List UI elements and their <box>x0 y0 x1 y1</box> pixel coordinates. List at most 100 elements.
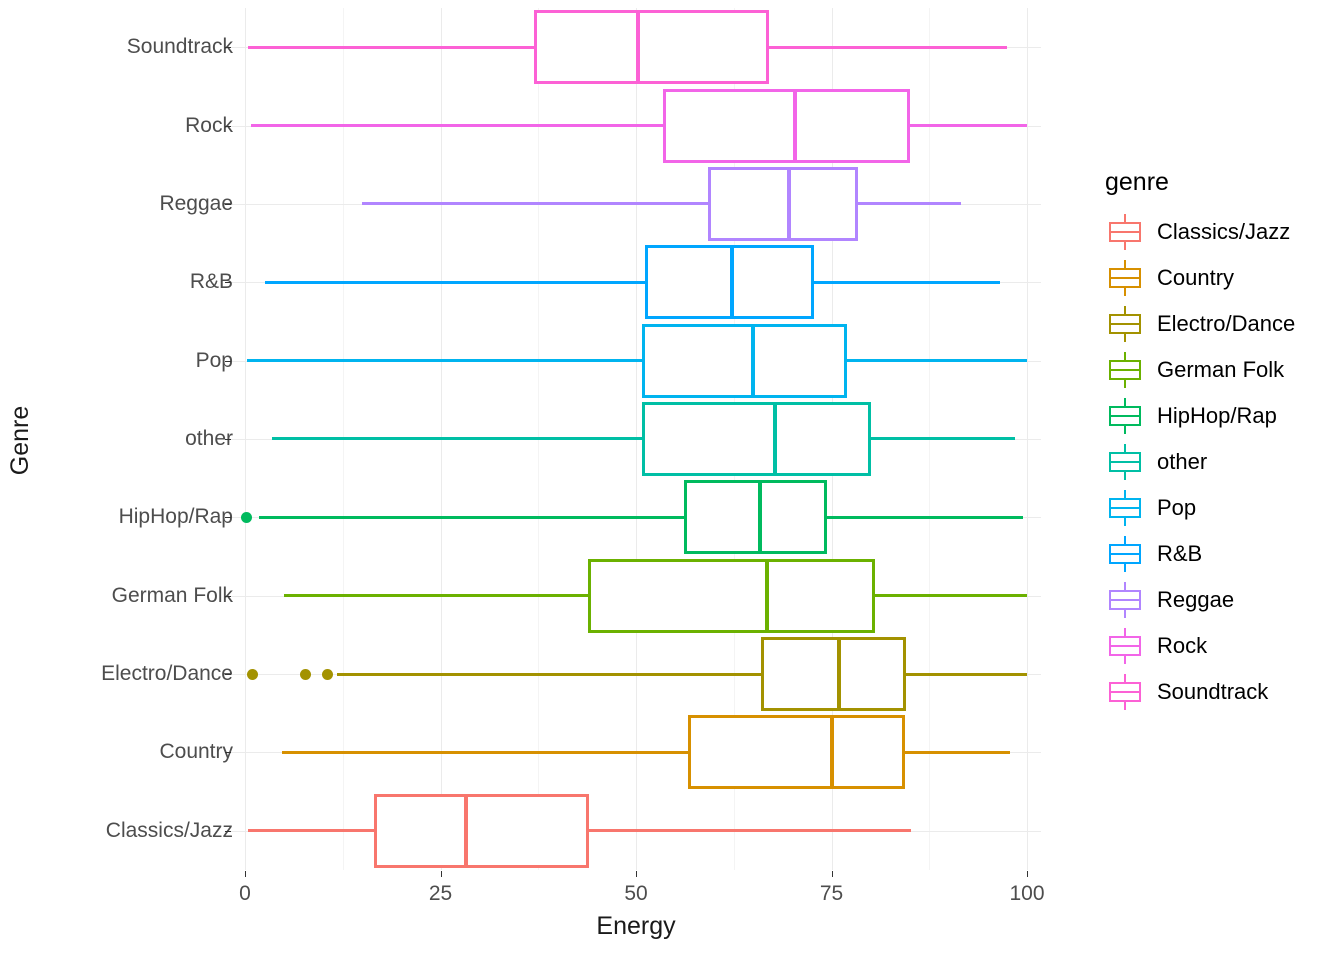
legend-item-label: Pop <box>1157 495 1197 520</box>
boxplot-pop[interactable] <box>231 321 1041 399</box>
y-tick-mark <box>225 47 231 49</box>
legend-item-label: Classics/Jazz <box>1157 219 1291 244</box>
legend-item-classics-jazz[interactable]: Classics/Jazz <box>1103 209 1343 255</box>
y-tick-label: Country <box>159 740 233 764</box>
box-iqr <box>707 166 859 241</box>
whisker-low <box>264 280 646 284</box>
whisker-high <box>905 672 1027 676</box>
legend-boxplot-key-icon <box>1103 210 1147 254</box>
y-tick-label: Reggae <box>159 191 233 215</box>
legend-item-electro-dance[interactable]: Electro/Dance <box>1103 301 1343 347</box>
box-iqr <box>534 10 769 85</box>
legend-boxplot-key-icon <box>1103 302 1147 346</box>
whisker-low <box>272 437 643 441</box>
plot-panel <box>231 8 1041 870</box>
x-tick-mark <box>831 871 833 877</box>
y-tick-mark <box>225 203 231 205</box>
whisker-low <box>251 124 664 128</box>
median-line <box>830 715 835 790</box>
y-tick-mark <box>225 830 231 832</box>
y-tick-mark <box>225 360 231 362</box>
boxplot-hiphop-rap[interactable] <box>231 478 1041 556</box>
legend-boxplot-key-icon <box>1103 256 1147 300</box>
whisker-high <box>814 280 1000 284</box>
legend-boxplot-key-icon <box>1103 532 1147 576</box>
whisker-low <box>284 594 589 598</box>
x-tick-label: 25 <box>428 882 453 905</box>
whisker-high <box>847 359 1027 363</box>
whisker-low <box>259 515 685 519</box>
boxplot-rock[interactable] <box>231 86 1041 164</box>
legend-boxplot-key-icon <box>1103 394 1147 438</box>
legend-item-german-folk[interactable]: German Folk <box>1103 347 1343 393</box>
box-iqr <box>642 401 872 476</box>
legend-items: Classics/Jazz Country Electro/Dance German … <box>1103 209 1343 715</box>
box-iqr <box>687 715 905 790</box>
box-iqr <box>761 637 906 712</box>
median-line <box>787 166 792 241</box>
legend-item-label: Rock <box>1157 633 1208 658</box>
whisker-high <box>826 515 1024 519</box>
boxplot-electro-dance[interactable] <box>231 635 1041 713</box>
y-tick-mark <box>225 282 231 284</box>
outlier-point[interactable] <box>247 668 259 680</box>
boxplot-country[interactable] <box>231 713 1041 791</box>
median-line <box>758 480 763 555</box>
boxplot-reggae[interactable] <box>231 165 1041 243</box>
whisker-high <box>871 437 1016 441</box>
legend-item-hiphop-rap[interactable]: HipHop/Rap <box>1103 393 1343 439</box>
whisker-low <box>246 359 643 363</box>
y-tick-mark <box>225 674 231 676</box>
boxplot-chart: Genre Soundtrack Rock Reggae R&B Pop other Hip… <box>0 0 1344 960</box>
x-axis-title-text: Energy <box>596 912 676 940</box>
median-line <box>751 323 756 398</box>
box-iqr <box>684 480 827 555</box>
whisker-low <box>281 750 688 754</box>
y-tick-mark <box>225 752 231 754</box>
legend-title: genre <box>1105 168 1169 196</box>
x-tick-label: 100 <box>1009 882 1045 905</box>
y-tick-mark <box>225 517 231 519</box>
legend-item-country[interactable]: Country <box>1103 255 1343 301</box>
box-iqr <box>588 558 876 633</box>
median-line <box>792 88 797 163</box>
whisker-low <box>337 672 762 676</box>
y-axis-title: Genre <box>4 0 38 880</box>
legend-item-label: other <box>1157 449 1208 474</box>
outlier-point[interactable] <box>300 668 312 680</box>
legend-item-label: German Folk <box>1157 357 1285 382</box>
y-tick-mark <box>225 595 231 597</box>
legend-item-soundtrack[interactable]: Soundtrack <box>1103 669 1343 715</box>
legend-item-reggae[interactable]: Reggae <box>1103 577 1343 623</box>
legend-item-label: HipHop/Rap <box>1157 403 1277 428</box>
outlier-point[interactable] <box>321 668 333 680</box>
legend-item-label: Electro/Dance <box>1157 311 1296 336</box>
boxplot-other[interactable] <box>231 400 1041 478</box>
boxplot-soundtrack[interactable] <box>231 8 1041 86</box>
boxplot-r-b[interactable] <box>231 243 1041 321</box>
y-tick-mark <box>225 439 231 440</box>
whisker-high <box>909 124 1027 128</box>
boxplot-german-folk[interactable] <box>231 557 1041 635</box>
legend-boxplot-key-icon <box>1103 578 1147 622</box>
outlier-point[interactable] <box>241 511 253 523</box>
x-tick-label: 50 <box>624 882 648 905</box>
legend-item-r-b[interactable]: R&B <box>1103 531 1343 577</box>
box-iqr <box>374 793 590 868</box>
x-tick-mark <box>245 871 246 877</box>
legend-item-label: R&B <box>1157 541 1203 566</box>
y-tick-label: German Folk <box>111 583 233 607</box>
whisker-low <box>248 45 535 49</box>
median-line <box>765 558 770 633</box>
legend-item-label: Reggae <box>1157 587 1235 612</box>
legend-item-label: Country <box>1157 265 1235 290</box>
whisker-high <box>589 829 912 833</box>
whisker-low <box>248 829 375 833</box>
legend-item-pop[interactable]: Pop <box>1103 485 1343 531</box>
legend-item-other[interactable]: other <box>1103 439 1343 485</box>
y-tick-label: Electro/Dance <box>101 662 233 686</box>
median-line <box>773 401 778 476</box>
legend-item-rock[interactable]: Rock <box>1103 623 1343 669</box>
median-line <box>730 245 735 320</box>
boxplot-classics-jazz[interactable] <box>231 792 1041 870</box>
